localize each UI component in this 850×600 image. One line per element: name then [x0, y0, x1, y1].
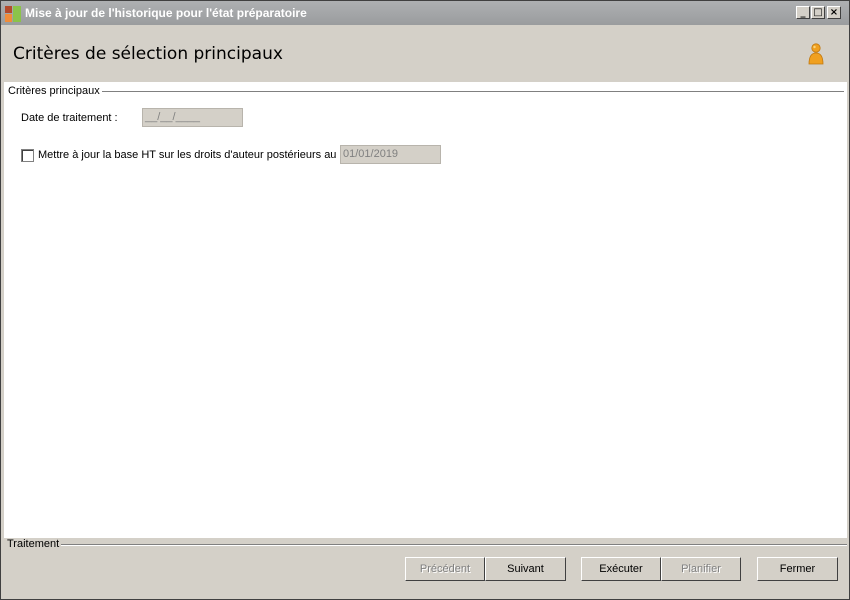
next-button[interactable]: Suivant	[485, 557, 566, 581]
app-logo-icon	[5, 6, 21, 22]
execute-button[interactable]: Exécuter	[581, 557, 661, 581]
update-ht-label[interactable]: Mettre à jour la base HT sur les droits …	[38, 149, 343, 161]
schedule-button[interactable]: Planifier	[661, 557, 741, 581]
close-button[interactable]: Fermer	[757, 557, 838, 581]
minimize-button[interactable]: _	[796, 6, 810, 19]
update-ht-checkbox[interactable]	[21, 149, 34, 162]
previous-button[interactable]: Précédent	[405, 557, 485, 581]
criteria-panel: Critères principaux Date de traitement :…	[4, 82, 847, 538]
page-header: Critères de sélection principaux	[1, 25, 849, 82]
title-bar[interactable]: Mise à jour de l'historique pour l'état …	[1, 1, 849, 25]
maximize-button[interactable]: □	[811, 6, 825, 19]
window-title: Mise à jour de l'historique pour l'état …	[25, 6, 307, 20]
close-window-button[interactable]: ×	[827, 6, 841, 19]
date-input[interactable]: __/__/____	[142, 108, 243, 127]
page-title: Critères de sélection principaux	[13, 44, 283, 64]
criteria-group-divider	[102, 91, 844, 93]
footer-divider	[61, 544, 847, 546]
criteria-group-label: Critères principaux	[8, 85, 104, 97]
post-date-input[interactable]: 01/01/2019	[340, 145, 441, 164]
date-label: Date de traitement :	[21, 112, 118, 124]
user-icon	[808, 43, 824, 65]
footer-group-label: Traitement	[7, 538, 63, 550]
main-window: Mise à jour de l'historique pour l'état …	[0, 0, 850, 600]
